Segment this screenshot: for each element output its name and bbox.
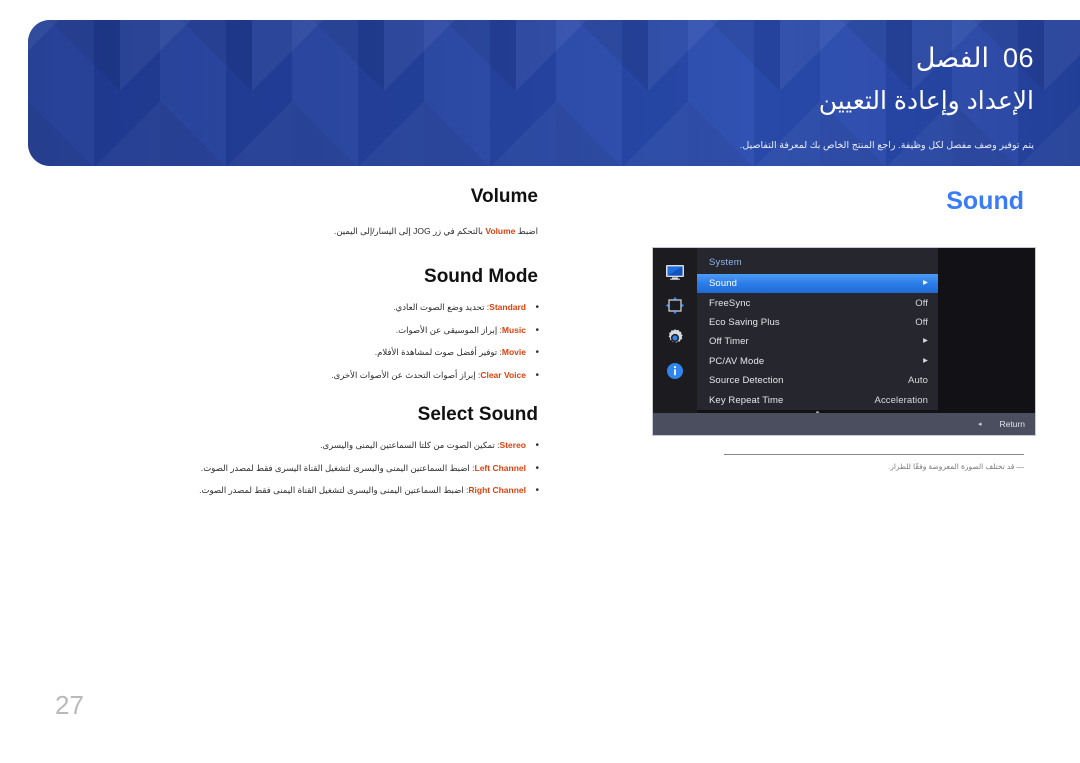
- osd-menu-title: System: [709, 257, 742, 268]
- sound-mode-text-music: : إبراز الموسيقى عن الأصوات.: [395, 324, 502, 335]
- osd-menu-panel: System Sound ▸ FreeSync Off Eco Saving P…: [697, 248, 938, 417]
- chapter-number: 06: [1002, 43, 1034, 73]
- select-sound-section: Select Sound Stereo: تمكين الصوت من كلتا…: [40, 404, 540, 507]
- osd-row-label: PC/AV Mode: [709, 355, 765, 367]
- sound-mode-list: Standard: تحديد وضع الصوت العادي. Music:…: [40, 300, 540, 384]
- footnote-body: قد تختلف الصورة المعروضة وفقًا للطراز.: [888, 462, 1015, 471]
- sound-mode-keyword-music: Music: [501, 324, 526, 335]
- volume-section: Volume اضبط Volume بالتحكم في زر JOG إلى…: [40, 186, 540, 238]
- page-title: Sound: [946, 187, 1024, 215]
- list-item: Clear Voice: إبراز أصوات التحدث عن الأصو…: [40, 368, 540, 384]
- osd-row-off-timer[interactable]: Off Timer ▸: [697, 332, 938, 351]
- osd-row-label: Off Timer: [709, 336, 749, 348]
- chevron-right-icon: ▸: [923, 354, 928, 366]
- sound-mode-text-movie: : توفير أفضل صوت لمشاهدة الأفلام.: [374, 347, 502, 358]
- osd-row-value: Off: [915, 297, 928, 309]
- osd-footnote: ― قد تختلف الصورة المعروضة وفقًا للطراز.: [644, 454, 1024, 472]
- list-item: Movie: توفير أفضل صوت لمشاهدة الأفلام.: [40, 345, 540, 361]
- footnote-marker: ―: [1016, 462, 1025, 471]
- osd-bottom-bar: ◂ Return: [653, 413, 1035, 435]
- sound-mode-section: Sound Mode Standard: تحديد وضع الصوت الع…: [40, 266, 540, 391]
- page-content: Sound Volume اضبط Volume بالتحكم في زر J…: [0, 166, 1080, 686]
- sound-mode-text-clear-voice: : إبراز أصوات التحدث عن الأصوات الأخرى.: [331, 369, 481, 380]
- sound-mode-keyword-standard: Standard: [489, 302, 526, 312]
- sound-mode-keyword-clear-voice: Clear Voice: [480, 369, 526, 380]
- list-item: Stereo: تمكين الصوت من كلتا السماعتين ال…: [40, 438, 540, 454]
- chevron-right-icon: ▸: [923, 335, 928, 347]
- volume-heading: Volume: [470, 186, 538, 207]
- osd-row-label: Key Repeat Time: [709, 394, 784, 406]
- list-item: Left Channel: اضبط السماعتين اليمنى والي…: [40, 461, 540, 477]
- picture-size-icon[interactable]: [664, 295, 686, 315]
- select-sound-text-left-channel: : اضبط السماعتين اليمنى واليسرى لتشغيل ا…: [200, 462, 475, 473]
- osd-row-value: Off: [915, 316, 928, 328]
- list-item: Music: إبراز الموسيقى عن الأصوات.: [40, 323, 540, 339]
- banner-text-group: 06 الفصل الإعداد وإعادة التعيين يتم توفير…: [740, 42, 1034, 152]
- select-sound-text-right-channel: : اضبط السماعتين اليمنى واليسرى لتشغيل ا…: [199, 485, 469, 496]
- osd-screen: System Sound ▸ FreeSync Off Eco Saving P…: [653, 248, 1035, 417]
- osd-row-freesync[interactable]: FreeSync Off: [697, 293, 938, 312]
- select-sound-list: Stereo: تمكين الصوت من كلتا السماعتين ال…: [40, 438, 540, 499]
- chevron-right-icon: ▸: [923, 276, 928, 288]
- osd-row-sound[interactable]: Sound ▸: [697, 274, 938, 294]
- settings-gear-icon[interactable]: [664, 328, 686, 348]
- sound-mode-text-standard: : تحديد وضع الصوت العادي.: [393, 302, 490, 312]
- chapter-line: 06 الفصل: [740, 42, 1034, 74]
- select-sound-keyword-stereo: Stereo: [499, 440, 526, 450]
- osd-row-label: FreeSync: [709, 297, 751, 309]
- osd-row-pc-av-mode[interactable]: PC/AV Mode ▸: [697, 352, 938, 371]
- volume-keyword: Volume: [485, 226, 516, 236]
- page-number: 27: [55, 690, 84, 720]
- osd-row-label: Source Detection: [709, 375, 784, 387]
- osd-row-value: Auto: [908, 375, 928, 387]
- list-item: Standard: تحديد وضع الصوت العادي.: [40, 300, 540, 316]
- chapter-header-banner: 06 الفصل الإعداد وإعادة التعيين يتم توفير…: [28, 20, 1080, 166]
- osd-row-eco-saving-plus[interactable]: Eco Saving Plus Off: [697, 313, 938, 332]
- select-sound-keyword-left-channel: Left Channel: [474, 462, 526, 473]
- footnote-divider: [724, 454, 1024, 455]
- osd-row-source-detection[interactable]: Source Detection Auto: [697, 371, 938, 390]
- return-triangle-icon: ◂: [977, 421, 982, 428]
- sound-mode-keyword-movie: Movie: [501, 347, 526, 358]
- chapter-subtitle: يتم توفير وصف مفصل لكل وظيفة. راجع المنت…: [739, 139, 1034, 151]
- osd-row-label: Sound: [709, 278, 737, 290]
- chapter-label: الفصل: [915, 43, 989, 73]
- osd-screenshot: System Sound ▸ FreeSync Off Eco Saving P…: [653, 248, 1035, 435]
- osd-row-label: Eco Saving Plus: [709, 316, 780, 328]
- chapter-title: الإعداد وإعادة التعيين: [818, 87, 1034, 116]
- volume-desc-prefix: اضبط: [515, 226, 538, 236]
- osd-row-value: Acceleration: [874, 394, 928, 406]
- select-sound-text-stereo: : تمكين الصوت من كلتا السماعتين اليمنى و…: [320, 440, 500, 450]
- information-icon[interactable]: [664, 361, 686, 381]
- list-item: Right Channel: اضبط السماعتين اليمنى وال…: [40, 483, 540, 499]
- osd-sidebar: [653, 248, 697, 413]
- select-sound-heading: Select Sound: [417, 404, 538, 425]
- return-label[interactable]: Return: [999, 419, 1025, 429]
- volume-description: اضبط Volume بالتحكم في زر JOG إلى اليسار…: [40, 224, 540, 238]
- volume-desc-suffix: بالتحكم في زر JOG إلى اليسار/إلى اليمين.: [333, 226, 486, 236]
- footnote-text: ― قد تختلف الصورة المعروضة وفقًا للطراز.: [644, 461, 1024, 472]
- select-sound-keyword-right-channel: Right Channel: [468, 485, 526, 496]
- sound-mode-heading: Sound Mode: [424, 266, 538, 287]
- monitor-icon[interactable]: [664, 262, 686, 282]
- osd-row-key-repeat-time[interactable]: Key Repeat Time Acceleration: [697, 390, 938, 409]
